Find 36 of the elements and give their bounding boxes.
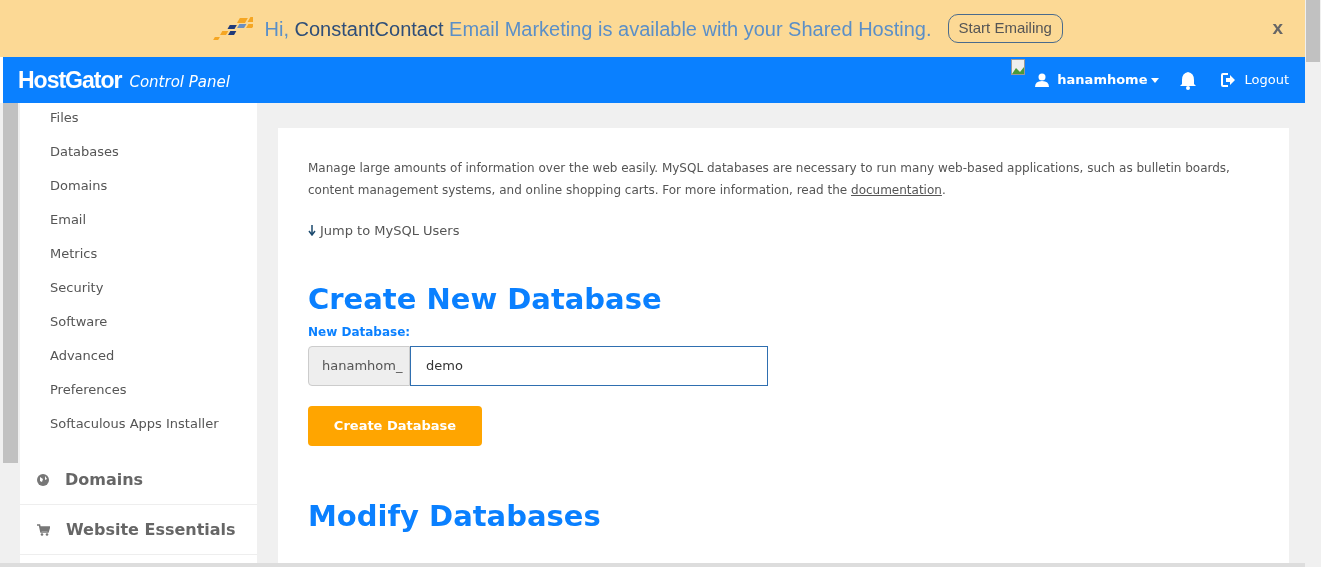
section-heading: Create New Database — [308, 280, 663, 318]
caret-icon — [1151, 77, 1160, 83]
sidebar-item[interactable]: Email — [50, 203, 257, 237]
sidebar-item[interactable]: Domains — [50, 169, 257, 203]
logo-icon — [212, 15, 253, 42]
globe-icon — [37, 473, 49, 486]
bell-icon[interactable] — [1179, 70, 1198, 90]
user-menu[interactable]: hanamhome — [1057, 70, 1160, 90]
sidebar-item[interactable]: Databases — [50, 135, 257, 169]
close-button[interactable]: x — [1272, 14, 1283, 43]
database-prefix: hanamhom_ — [308, 345, 410, 386]
field-label: New Database: — [308, 323, 412, 341]
sidebar-item[interactable]: Software — [50, 305, 257, 339]
jump-link[interactable]: Jump to MySQL Users — [320, 221, 460, 241]
cart-icon — [37, 523, 50, 536]
sidebar-item[interactable]: Metrics — [50, 237, 257, 271]
down-arrow-icon — [308, 225, 316, 237]
user-icon — [1035, 73, 1050, 87]
logout-icon — [1221, 73, 1237, 87]
intro-paragraph: Manage large amounts of information over the web easily. MySQL databases are necessary to run many web-based applications, such as bulletin boards, content management systems, and online shopping carts. For more information, read the documentation. — [308, 160, 1231, 199]
sidebar-item[interactable]: Softaculous Apps Installer — [50, 407, 257, 441]
brand-logo[interactable]: HostGator — [18, 62, 122, 98]
sidebar-item[interactable]: Advanced — [50, 339, 257, 373]
logout-link[interactable]: Logout — [1244, 70, 1289, 90]
broken-image-icon — [1011, 59, 1028, 77]
sidebar-item[interactable]: Security — [50, 271, 257, 305]
documentation-link[interactable]: documentation — [851, 183, 942, 197]
scrollbar-thumb[interactable] — [3, 103, 18, 463]
sidebar-item[interactable]: Preferences — [50, 373, 257, 407]
header-subtitle: Control Panel — [129, 71, 230, 93]
sidebar-item[interactable]: Files — [50, 103, 257, 135]
section-heading: Modify Databases — [308, 497, 602, 535]
database-name-field[interactable]: demo — [410, 345, 768, 386]
start-emailing-button[interactable]: Start Emailing — [947, 14, 1063, 43]
promo-message: Hi, ConstantContact Email Marketing is available with your Shared Hosting. — [264, 16, 932, 42]
scrollbar-thumb[interactable] — [1306, 0, 1320, 62]
